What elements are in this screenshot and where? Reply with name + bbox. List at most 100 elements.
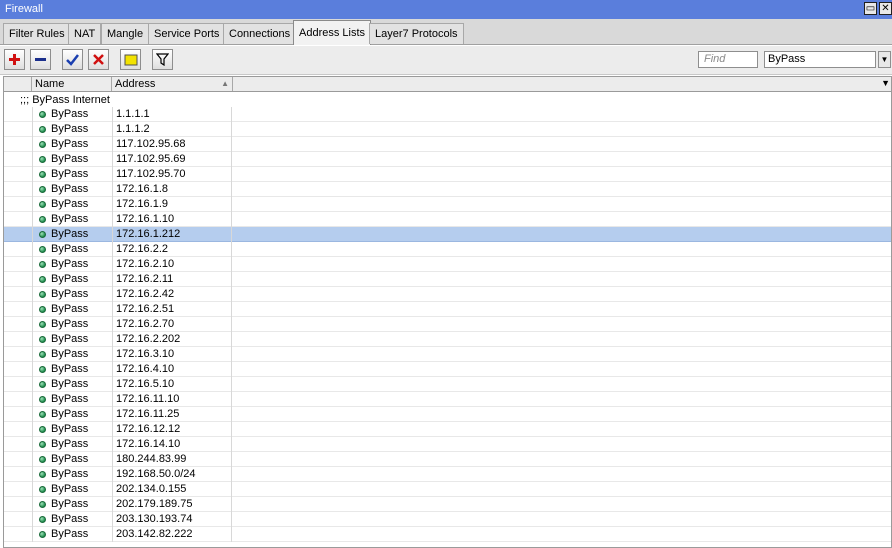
- cell-name-text: ByPass: [51, 363, 89, 375]
- tab-service-ports[interactable]: Service Ports: [148, 23, 226, 44]
- cell-address: 172.16.2.51: [112, 302, 232, 317]
- cell-name: ByPass: [32, 422, 112, 437]
- address-list-table: Name Address ▲ ▼ ;;; ByPass Internet ByP…: [3, 76, 892, 548]
- table-row[interactable]: ByPass 172.16.2.70: [4, 317, 891, 332]
- cell-address: 172.16.1.9: [112, 197, 232, 212]
- cell-address: 117.102.95.70: [112, 167, 232, 182]
- table-row[interactable]: ByPass 117.102.95.70: [4, 167, 891, 182]
- cell-address: 1.1.1.1: [112, 107, 232, 122]
- table-row[interactable]: ByPass 1.1.1.1: [4, 107, 891, 122]
- window-title: Firewall: [5, 3, 43, 15]
- table-row[interactable]: ByPass 172.16.1.10: [4, 212, 891, 227]
- cell-name: ByPass: [32, 392, 112, 407]
- table-row[interactable]: ByPass 172.16.4.10: [4, 362, 891, 377]
- disable-button[interactable]: [88, 49, 109, 70]
- table-row[interactable]: ByPass 117.102.95.69: [4, 152, 891, 167]
- tab-nat[interactable]: NAT: [68, 23, 102, 44]
- cell-address: 117.102.95.68: [112, 137, 232, 152]
- check-icon: [66, 53, 79, 66]
- table-row[interactable]: ByPass 172.16.2.11: [4, 272, 891, 287]
- tab-filter-rules[interactable]: Filter Rules: [3, 23, 71, 44]
- cell-name-text: ByPass: [51, 513, 89, 525]
- column-menu-icon[interactable]: ▼: [881, 78, 890, 88]
- table-row[interactable]: ByPass 203.130.193.74: [4, 512, 891, 527]
- table-row[interactable]: ByPass 172.16.1.212: [4, 227, 891, 242]
- cell-name-text: ByPass: [51, 228, 89, 240]
- table-row[interactable]: ByPass 202.134.0.155: [4, 482, 891, 497]
- cell-address: 1.1.1.2: [112, 122, 232, 137]
- cell-address: 172.16.5.10: [112, 377, 232, 392]
- table-row[interactable]: ByPass 180.244.83.99: [4, 452, 891, 467]
- table-row[interactable]: ByPass 172.16.11.10: [4, 392, 891, 407]
- table-row[interactable]: ByPass 192.168.50.0/24: [4, 467, 891, 482]
- comment-row[interactable]: ;;; ByPass Internet: [4, 93, 891, 107]
- cell-address: 172.16.2.70: [112, 317, 232, 332]
- cell-address: 203.142.82.222: [112, 527, 232, 542]
- table-row[interactable]: ByPass 203.142.82.222: [4, 527, 891, 542]
- table-row[interactable]: ByPass 172.16.5.10: [4, 377, 891, 392]
- cell-address: 172.16.2.11: [112, 272, 232, 287]
- table-row[interactable]: ByPass 117.102.95.68: [4, 137, 891, 152]
- status-dot-icon: [39, 246, 46, 253]
- close-icon[interactable]: ✕: [879, 2, 892, 15]
- cell-name-text: ByPass: [51, 423, 89, 435]
- table-row[interactable]: ByPass 172.16.1.8: [4, 182, 891, 197]
- status-dot-icon: [39, 351, 46, 358]
- cell-name-text: ByPass: [51, 333, 89, 345]
- table-row[interactable]: ByPass 172.16.1.9: [4, 197, 891, 212]
- status-dot-icon: [39, 126, 46, 133]
- remove-button[interactable]: [30, 49, 51, 70]
- cell-name-text: ByPass: [51, 378, 89, 390]
- table-row[interactable]: ByPass 172.16.11.25: [4, 407, 891, 422]
- status-dot-icon: [39, 216, 46, 223]
- filter-button[interactable]: [152, 49, 173, 70]
- table-row[interactable]: ByPass 172.16.2.42: [4, 287, 891, 302]
- cell-name: ByPass: [32, 347, 112, 362]
- tab-mangle[interactable]: Mangle: [101, 23, 150, 44]
- table-row[interactable]: ByPass 172.16.3.10: [4, 347, 891, 362]
- cell-name-text: ByPass: [51, 348, 89, 360]
- enable-button[interactable]: [62, 49, 83, 70]
- cell-name-text: ByPass: [51, 108, 89, 120]
- cell-name-text: ByPass: [51, 318, 89, 330]
- table-row[interactable]: ByPass 202.179.189.75: [4, 497, 891, 512]
- status-dot-icon: [39, 156, 46, 163]
- cell-name: ByPass: [32, 512, 112, 527]
- cell-name: ByPass: [32, 467, 112, 482]
- cell-name: ByPass: [32, 317, 112, 332]
- tab-address-lists[interactable]: Address Lists: [293, 20, 372, 45]
- cell-address: 172.16.2.10: [112, 257, 232, 272]
- cell-name-text: ByPass: [51, 393, 89, 405]
- tab-layer7-protocols[interactable]: Layer7 Protocols: [369, 23, 464, 44]
- table-row[interactable]: ByPass 172.16.2.202: [4, 332, 891, 347]
- cell-name: ByPass: [32, 362, 112, 377]
- chevron-down-icon[interactable]: ▼: [878, 51, 891, 68]
- table-row[interactable]: ByPass 172.16.14.10: [4, 437, 891, 452]
- x-icon: [92, 53, 105, 66]
- table-row[interactable]: ByPass 172.16.2.10: [4, 257, 891, 272]
- cell-name-text: ByPass: [51, 288, 89, 300]
- table-row[interactable]: ByPass 1.1.1.2: [4, 122, 891, 137]
- column-header-address[interactable]: Address ▲: [112, 77, 233, 91]
- cell-name-text: ByPass: [51, 408, 89, 420]
- list-filter-select[interactable]: ByPass: [764, 51, 876, 68]
- cell-name-text: ByPass: [51, 213, 89, 225]
- cell-name-text: ByPass: [51, 198, 89, 210]
- column-header-name[interactable]: Name: [32, 77, 112, 91]
- cell-name: ByPass: [32, 182, 112, 197]
- cell-name-text: ByPass: [51, 258, 89, 270]
- column-header-address-label: Address: [115, 78, 156, 90]
- table-row[interactable]: ByPass 172.16.2.51: [4, 302, 891, 317]
- cell-address: 172.16.2.202: [112, 332, 232, 347]
- tab-connections[interactable]: Connections: [223, 23, 297, 44]
- find-input[interactable]: Find: [698, 51, 758, 68]
- cell-address: 172.16.14.10: [112, 437, 232, 452]
- status-dot-icon: [39, 471, 46, 478]
- restore-icon[interactable]: ▭: [864, 2, 877, 15]
- comment-button[interactable]: [120, 49, 141, 70]
- cell-address: 203.130.193.74: [112, 512, 232, 527]
- table-row[interactable]: ByPass 172.16.2.2: [4, 242, 891, 257]
- table-row[interactable]: ByPass 172.16.12.12: [4, 422, 891, 437]
- cell-name: ByPass: [32, 152, 112, 167]
- add-button[interactable]: [4, 49, 25, 70]
